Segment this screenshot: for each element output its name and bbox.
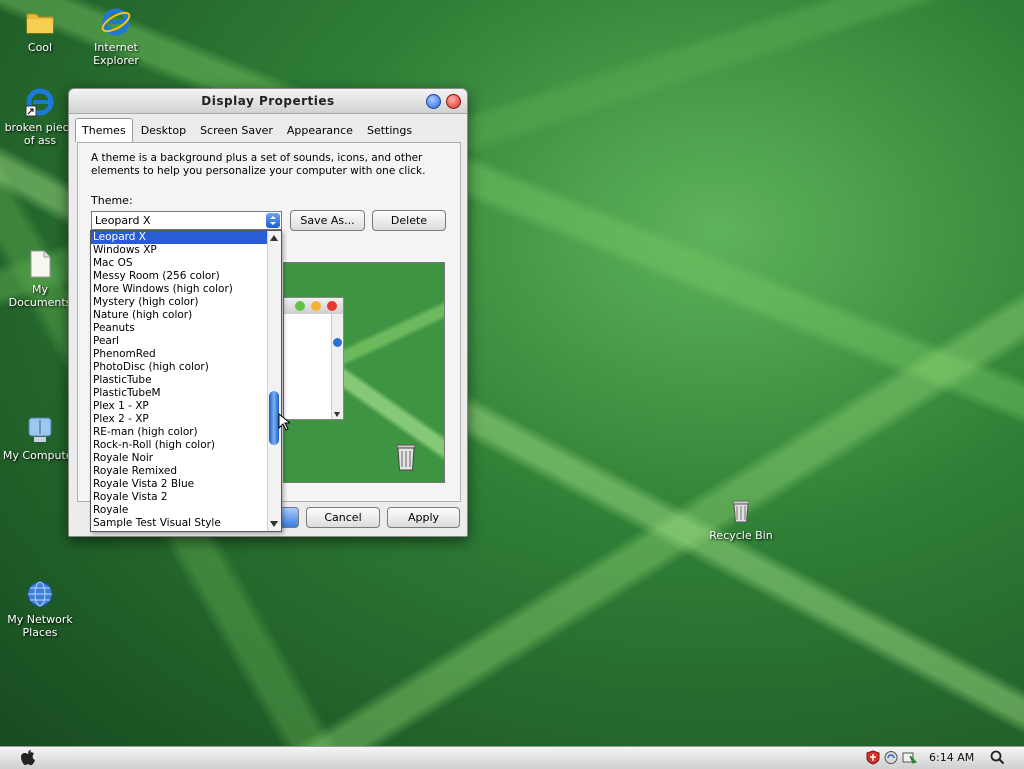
- theme-option[interactable]: RE-man (high color): [91, 426, 267, 439]
- theme-option[interactable]: PlasticTube: [91, 374, 267, 387]
- theme-option[interactable]: Pearl: [91, 335, 267, 348]
- theme-option[interactable]: Nature (high color): [91, 309, 267, 322]
- apple-menu-icon[interactable]: [20, 749, 36, 767]
- delete-button[interactable]: Delete: [372, 210, 446, 231]
- internet-explorer-icon: [101, 8, 131, 36]
- title-bar[interactable]: Display Properties: [69, 89, 467, 114]
- security-shield-icon[interactable]: [866, 750, 880, 765]
- scroll-up-arrow-icon[interactable]: [270, 235, 278, 241]
- network-globe-icon: [27, 581, 53, 607]
- minimize-dot-icon: [311, 301, 321, 311]
- theme-option[interactable]: Royale Vista 2: [91, 491, 267, 504]
- theme-option[interactable]: Mac OS: [91, 257, 267, 270]
- theme-option[interactable]: Sample Test Visual Style: [91, 517, 267, 530]
- theme-option[interactable]: Leopard X: [91, 231, 267, 244]
- tab-themes[interactable]: Themes: [75, 118, 133, 142]
- theme-select[interactable]: Leopard X: [91, 211, 282, 230]
- search-icon[interactable]: [990, 750, 1005, 765]
- theme-label: Theme:: [91, 194, 133, 207]
- theme-option[interactable]: More Windows (high color): [91, 283, 267, 296]
- preview-window: [284, 297, 344, 420]
- taskbar: 6:14 AM: [0, 746, 1024, 769]
- preview-title-bar: [284, 298, 343, 314]
- window-title: Display Properties: [201, 94, 335, 108]
- sync-status-icon[interactable]: [902, 750, 918, 765]
- folder-icon: [26, 13, 54, 34]
- tab-screen-saver[interactable]: Screen Saver: [194, 120, 279, 142]
- theme-option[interactable]: Plex 1 - XP: [91, 400, 267, 413]
- clock[interactable]: 6:14 AM: [929, 751, 974, 764]
- apply-button[interactable]: Apply: [387, 507, 460, 528]
- network-status-icon[interactable]: [884, 750, 898, 765]
- theme-option[interactable]: Royale Vista 2 Blue: [91, 478, 267, 491]
- theme-option[interactable]: Plex 2 - XP: [91, 413, 267, 426]
- theme-options: Leopard X Windows XP Mac OS Messy Room (256…: [91, 231, 267, 530]
- computer-icon: [28, 417, 52, 442]
- scroll-down-arrow-icon[interactable]: [270, 521, 278, 527]
- desktop-icon-recycle-bin[interactable]: Recycle Bin: [701, 494, 781, 542]
- zoom-dot-icon: [295, 301, 305, 311]
- desktop-icon-cool[interactable]: Cool: [0, 6, 80, 54]
- trash-icon: [732, 500, 750, 523]
- tab-desktop[interactable]: Desktop: [135, 120, 192, 142]
- chevron-updown-icon[interactable]: [266, 213, 280, 228]
- desktop: Cool Internet Explorer broken piece of a…: [0, 0, 1024, 746]
- theme-option[interactable]: Rock-n-Roll (high color): [91, 439, 267, 452]
- theme-option[interactable]: Royale: [91, 504, 267, 517]
- mouse-cursor-icon: [278, 413, 290, 431]
- save-as-button[interactable]: Save As...: [290, 210, 365, 231]
- theme-option[interactable]: Royale Noir: [91, 452, 267, 465]
- theme-option[interactable]: Messy Room (256 color): [91, 270, 267, 283]
- preview-scrollbar: [331, 314, 343, 419]
- tab-appearance[interactable]: Appearance: [281, 120, 359, 142]
- internet-explorer-shortcut-icon: [25, 88, 54, 117]
- theme-option[interactable]: PlasticTubeM: [91, 387, 267, 400]
- preview-trash-icon: [396, 444, 416, 471]
- theme-select-value: Leopard X: [95, 214, 151, 227]
- tab-bar: Themes Desktop Screen Saver Appearance S…: [75, 118, 420, 142]
- desktop-icon-my-network-places[interactable]: My Network Places: [0, 578, 80, 639]
- theme-option[interactable]: Windows XP: [91, 244, 267, 257]
- close-dot-icon: [327, 301, 337, 311]
- close-button[interactable]: [446, 94, 461, 109]
- tab-settings[interactable]: Settings: [361, 120, 418, 142]
- theme-option[interactable]: PhenomRed: [91, 348, 267, 361]
- theme-option[interactable]: Royale Remixed: [91, 465, 267, 478]
- theme-option[interactable]: Mystery (high color): [91, 296, 267, 309]
- dropdown-scrollbar[interactable]: [267, 231, 281, 531]
- cancel-button[interactable]: Cancel: [306, 507, 380, 528]
- theme-option[interactable]: Peanuts: [91, 322, 267, 335]
- theme-preview: [283, 262, 445, 483]
- theme-dropdown-list[interactable]: Leopard X Windows XP Mac OS Messy Room (256…: [90, 230, 282, 532]
- help-button[interactable]: [426, 94, 441, 109]
- documents-icon: [30, 250, 51, 278]
- theme-option[interactable]: PhotoDisc (high color): [91, 361, 267, 374]
- theme-description: A theme is a background plus a set of so…: [91, 152, 426, 177]
- desktop-icon-internet-explorer[interactable]: Internet Explorer: [76, 6, 156, 67]
